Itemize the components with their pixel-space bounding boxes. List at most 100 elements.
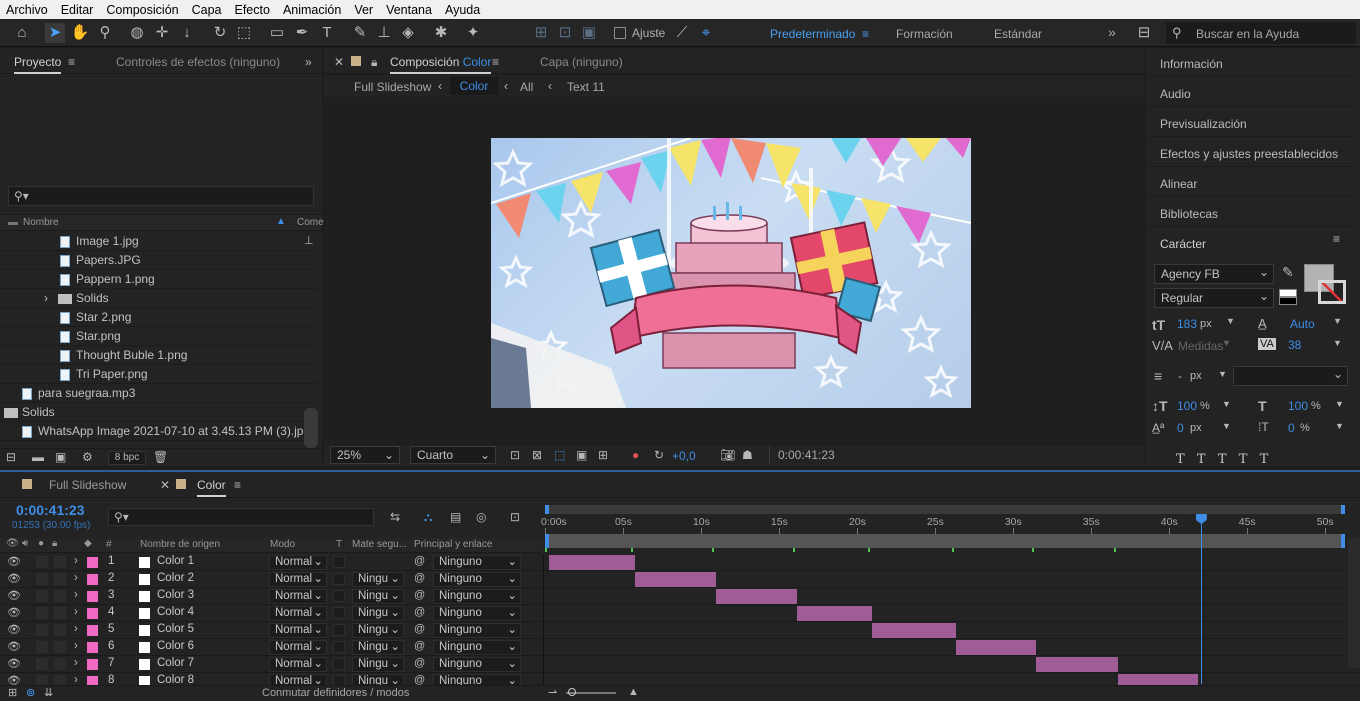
black-swatch[interactable]: [1279, 297, 1297, 305]
visibility-eye-icon[interactable]: 👁︎: [7, 657, 21, 670]
solo-switch[interactable]: [36, 573, 48, 585]
expand-panes-icon[interactable]: ⊚: [26, 686, 35, 699]
playhead-line[interactable]: [1195, 514, 1207, 684]
lock-switch[interactable]: [54, 658, 66, 670]
track-matte-dropdown[interactable]: Ningu ⌄: [352, 640, 404, 655]
text-style-buttons[interactable]: TTTTT: [1176, 452, 1280, 467]
menu-animacion[interactable]: Animación: [283, 3, 341, 17]
comp-menu-icon[interactable]: ≡: [492, 55, 499, 69]
breadcrumb-text-11[interactable]: Text 11: [567, 80, 605, 94]
project-item[interactable]: Tri Paper.png: [0, 365, 318, 384]
preserve-transparency-checkbox[interactable]: [333, 624, 345, 636]
lock-switch[interactable]: [54, 556, 66, 568]
menu-capa[interactable]: Capa: [192, 3, 222, 17]
tsume-value[interactable]: 0: [1288, 421, 1295, 435]
lock-icon[interactable]: 🔒︎: [371, 55, 377, 70]
layer-duration-bar[interactable]: [956, 640, 1036, 655]
visibility-eye-icon[interactable]: 👁︎: [7, 623, 21, 636]
graph-editor-icon[interactable]: ⊡: [510, 510, 520, 524]
visibility-eye-icon[interactable]: 👁︎: [7, 606, 21, 619]
layer-name[interactable]: Color 5: [157, 623, 194, 635]
preserve-transparency-checkbox[interactable]: [333, 641, 345, 653]
hand-tool-icon[interactable]: ✋: [70, 23, 90, 43]
layer-label-color[interactable]: [87, 625, 98, 636]
lock-switch[interactable]: [54, 607, 66, 619]
baseline-value[interactable]: 0: [1177, 421, 1184, 435]
orbit-camera-icon[interactable]: ◍: [127, 23, 147, 43]
layer-mode-dropdown[interactable]: Normal ⌄: [269, 606, 327, 621]
project-item[interactable]: Thought Buble 1.png: [0, 346, 318, 365]
show-snapshot-icon[interactable]: ☗: [742, 448, 753, 462]
region-of-interest-icon[interactable]: ▣: [576, 448, 587, 462]
pan-behind-icon[interactable]: ⬚: [234, 23, 254, 43]
layer-duration-bar[interactable]: [796, 606, 872, 621]
parent-dropdown[interactable]: Ninguno ⌄: [433, 657, 521, 672]
chevron-down-icon[interactable]: ▼: [1218, 369, 1227, 379]
workspace-estandar[interactable]: Estándar: [994, 27, 1042, 41]
comp-flowchart-icon[interactable]: ⇆: [390, 510, 400, 524]
character-menu-icon[interactable]: ≡: [1333, 232, 1340, 246]
tracking-value[interactable]: 38: [1288, 338, 1301, 352]
breadcrumb-all[interactable]: All: [520, 80, 533, 94]
column-t[interactable]: T: [336, 539, 342, 550]
parent-dropdown[interactable]: Ninguno ⌄: [433, 623, 521, 638]
font-family-dropdown[interactable]: Agency FB ⌄: [1154, 264, 1274, 284]
solo-switch[interactable]: [36, 607, 48, 619]
close-tab-icon[interactable]: ✕: [334, 55, 344, 69]
font-size-value[interactable]: 183: [1177, 317, 1197, 331]
help-search-box[interactable]: ⚲ Buscar en la Ayuda: [1166, 22, 1356, 44]
preserve-transparency-checkbox[interactable]: [333, 607, 345, 619]
preserve-transparency-checkbox[interactable]: [333, 658, 345, 670]
viewer-timecode[interactable]: 0:00:41:23: [769, 446, 837, 464]
project-item[interactable]: Image 1.jpg: [0, 232, 318, 251]
panel-alinear[interactable]: Alinear: [1148, 168, 1354, 197]
layer-row[interactable]: 👁︎ › 6 Color 6 Normal ⌄ Ningu ⌄ @ Ninguno ⌄: [0, 639, 1360, 656]
layer-duration-bar[interactable]: [715, 589, 797, 604]
pick-whip-icon[interactable]: @: [414, 657, 425, 669]
preserve-transparency-checkbox[interactable]: [333, 556, 345, 568]
flowchart-icon[interactable]: ⊥: [304, 234, 318, 247]
chevron-down-icon[interactable]: ▼: [1226, 316, 1235, 326]
zoom-slider-handle[interactable]: [568, 688, 576, 696]
layer-duration-bar[interactable]: [1035, 657, 1119, 672]
solo-switch[interactable]: [36, 641, 48, 653]
pan-camera-icon[interactable]: ✛: [152, 23, 172, 43]
column-source-name[interactable]: Nombre de origen: [140, 539, 220, 550]
column-comment[interactable]: Come: [297, 217, 324, 228]
layer-duration-bar[interactable]: [871, 623, 956, 638]
chevron-down-icon[interactable]: ▼: [1222, 338, 1231, 348]
panel-audio[interactable]: Audio: [1148, 78, 1354, 107]
layer-row[interactable]: 👁︎ › 5 Color 5 Normal ⌄ Ningu ⌄ @ Ninguno ⌄: [0, 622, 1360, 639]
work-area-bar[interactable]: [545, 505, 1345, 514]
panel-previsualización[interactable]: Previsualización: [1148, 108, 1354, 137]
layer-label-color[interactable]: [87, 608, 98, 619]
world-axis-icon[interactable]: ⊡: [555, 23, 575, 43]
timeline-timecode[interactable]: 0:00:41:23: [16, 502, 85, 518]
lock-switch[interactable]: [54, 624, 66, 636]
panel-carácter[interactable]: Carácter: [1148, 228, 1354, 257]
solo-switch[interactable]: [36, 590, 48, 602]
tab-layer[interactable]: Capa (ninguno): [540, 55, 623, 69]
kerning-value[interactable]: Medidas: [1178, 339, 1223, 353]
exposure-value[interactable]: +0,0: [672, 449, 696, 463]
project-search-input[interactable]: ⚲▾: [8, 186, 314, 206]
interpret-footage-icon[interactable]: ⊟: [6, 450, 16, 464]
draft-3d-icon[interactable]: ⛬: [424, 510, 432, 525]
snap-target-icon[interactable]: ⌖: [696, 23, 716, 43]
menu-ventana[interactable]: Ventana: [386, 3, 432, 17]
toggle-switches-modes[interactable]: Conmutar definidores / modos: [262, 687, 409, 699]
parent-dropdown[interactable]: Ninguno ⌄: [433, 606, 521, 621]
solo-switch[interactable]: [36, 556, 48, 568]
preserve-transparency-checkbox[interactable]: [333, 573, 345, 585]
white-swatch[interactable]: [1279, 289, 1297, 297]
solo-switch[interactable]: [36, 624, 48, 636]
local-axis-icon[interactable]: ⊞: [531, 23, 551, 43]
timeline-search-input[interactable]: ⚲▾: [108, 508, 374, 526]
column-parent[interactable]: Principal y enlace: [414, 539, 492, 550]
layer-label-color[interactable]: [87, 574, 98, 585]
chevron-down-icon[interactable]: ▼: [1222, 421, 1231, 431]
chevron-right-icon[interactable]: ›: [74, 640, 78, 652]
parent-dropdown[interactable]: Ninguno ⌄: [433, 640, 521, 655]
layer-mode-dropdown[interactable]: Normal ⌄: [269, 623, 327, 638]
tab-effect-controls[interactable]: Controles de efectos (ninguno): [116, 55, 280, 69]
